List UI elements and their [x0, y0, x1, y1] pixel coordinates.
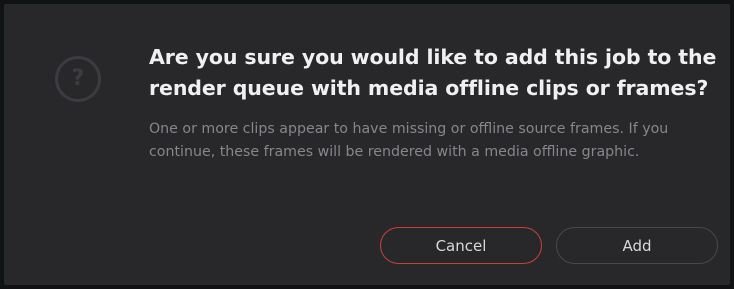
add-button-label: Add: [622, 236, 652, 255]
cancel-button-label: Cancel: [435, 236, 487, 255]
confirm-dialog: ? Are you sure you would like to add thi…: [4, 4, 730, 285]
question-mark-glyph: ?: [71, 66, 85, 91]
dialog-message: One or more clips appear to have missing…: [149, 121, 669, 160]
question-mark-icon: ?: [55, 56, 101, 102]
dialog-title: Are you sure you would like to add this …: [149, 45, 717, 100]
cancel-button[interactable]: Cancel: [380, 227, 542, 264]
add-button[interactable]: Add: [556, 227, 718, 264]
